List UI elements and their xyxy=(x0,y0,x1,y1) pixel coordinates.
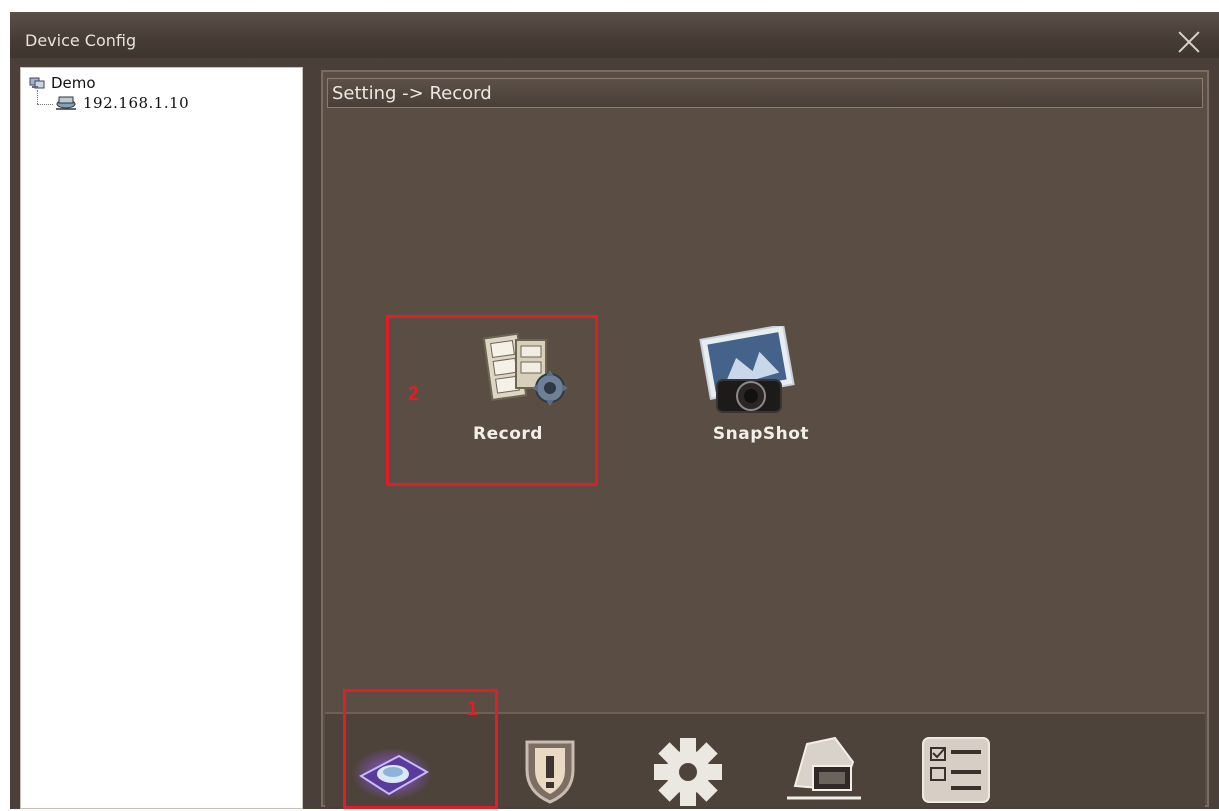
checklist-info-icon xyxy=(922,737,990,803)
tree-device-item[interactable]: 192.168.1.10 xyxy=(55,94,189,112)
dock-network-button[interactable] xyxy=(777,732,867,806)
snapshot-label: SnapShot xyxy=(712,424,810,444)
window-title: Device Config xyxy=(25,31,137,50)
top-strip xyxy=(0,0,1219,12)
dock-info-button[interactable] xyxy=(911,732,1001,806)
tree-device-label: 192.168.1.10 xyxy=(83,94,190,112)
device-tree: Demo 192.168.1.10 xyxy=(20,67,303,809)
settings-panel: Setting -> Record Record 2 SnapShot 1 xyxy=(321,70,1209,809)
network-device-icon xyxy=(56,96,76,110)
device-config-window: Device Config Demo 192.168.1.10 Setting … xyxy=(10,12,1219,809)
snapshot-camera-icon xyxy=(699,326,795,413)
tree-root-label: Demo xyxy=(51,74,96,92)
snapshot-tile[interactable]: SnapShot xyxy=(673,312,853,457)
close-icon[interactable] xyxy=(1175,28,1203,56)
device-group-icon xyxy=(29,77,45,89)
tree-connector xyxy=(37,90,38,104)
annotation-number-2: 2 xyxy=(408,383,420,405)
annotation-number-1: 1 xyxy=(467,698,479,720)
breadcrumb-bar: Setting -> Record xyxy=(327,78,1203,108)
network-system-icon xyxy=(787,736,861,800)
title-bar: Device Config xyxy=(10,12,1219,58)
dock-alarm-button[interactable] xyxy=(505,732,595,806)
alarm-shield-icon xyxy=(525,740,575,804)
breadcrumb: Setting -> Record xyxy=(332,83,492,104)
tree-root-item[interactable]: Demo xyxy=(29,74,96,92)
dock-settings-button[interactable] xyxy=(643,732,733,806)
settings-gear-icon xyxy=(654,738,722,806)
tree-connector-h xyxy=(37,104,53,105)
